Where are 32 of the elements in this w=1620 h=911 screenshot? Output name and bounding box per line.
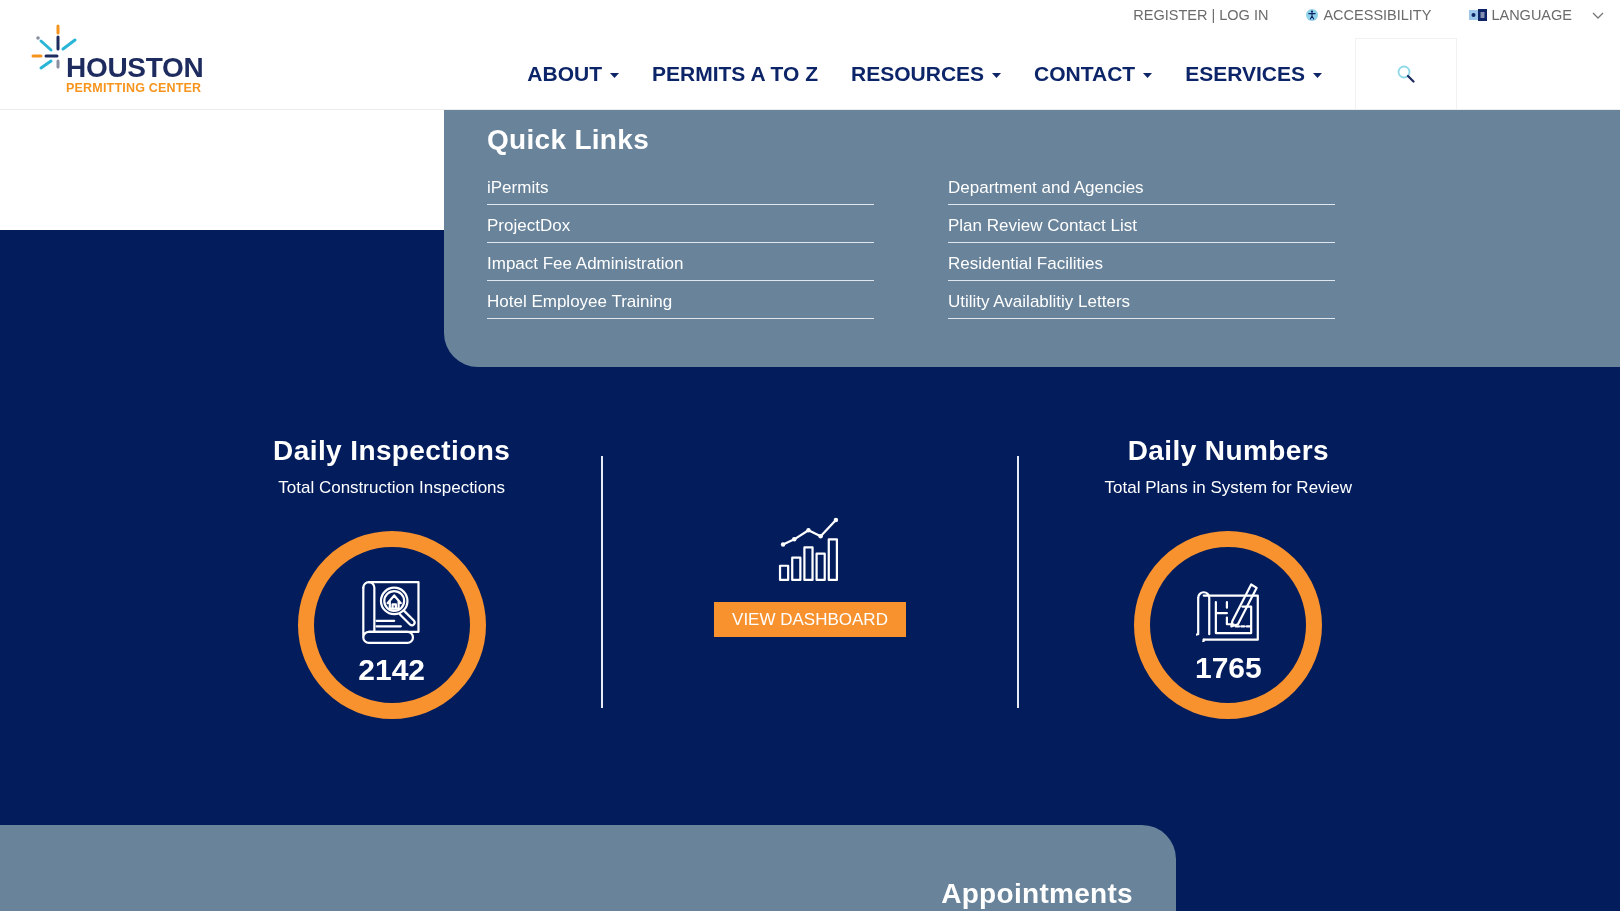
section-heading: Appointments: [941, 879, 1133, 911]
quick-link[interactable]: Residential Facilities: [948, 243, 1335, 281]
search-icon: [1397, 65, 1415, 83]
language-selector[interactable]: LANGUAGE: [1469, 7, 1604, 23]
quick-link[interactable]: Hotel Employee Training: [487, 281, 874, 319]
accessibility-icon: [1306, 9, 1319, 21]
quick-link[interactable]: iPermits: [487, 167, 874, 205]
section-heading: Quick Links: [487, 124, 651, 156]
language-icon: [1469, 9, 1488, 21]
nav-item[interactable]: ABOUT: [527, 38, 619, 109]
quick-link[interactable]: ProjectDox: [487, 205, 874, 243]
count-value: 1765: [1194, 651, 1262, 685]
nav-item[interactable]: PERMITS A TO Z: [652, 38, 819, 109]
stat-heading: Daily Inspections: [273, 436, 511, 466]
chevron-down-icon: [1592, 11, 1604, 19]
register-link[interactable]: REGISTER: [1133, 7, 1208, 23]
quick-link[interactable]: Plan Review Contact List: [948, 205, 1335, 243]
count-value: 2142: [358, 653, 426, 687]
nav-item[interactable]: RESOURCES: [851, 38, 1002, 109]
quick-link[interactable]: Department and Agencies: [948, 167, 1335, 205]
separator-text: |: [1211, 7, 1216, 23]
login-link[interactable]: LOG IN: [1219, 7, 1269, 23]
accessibility-link[interactable]: ACCESSIBILITY: [1306, 7, 1432, 23]
quick-link[interactable]: Impact Fee Administration: [487, 243, 874, 281]
quick-link[interactable]: Utility Availablitiy Letters: [948, 281, 1335, 319]
stat-heading: Daily Numbers: [1127, 436, 1329, 466]
stat-subtitle: Total Plans in System for Review: [1104, 478, 1353, 498]
blueprint-pencil-icon: [1196, 580, 1261, 642]
stat-subtitle: Total Construction Inspections: [278, 478, 506, 498]
logo-wordmark[interactable]: HOUSTON: [66, 54, 204, 82]
nav-item[interactable]: ESERVICES: [1185, 38, 1322, 109]
nav-item[interactable]: CONTACT: [1034, 38, 1153, 109]
